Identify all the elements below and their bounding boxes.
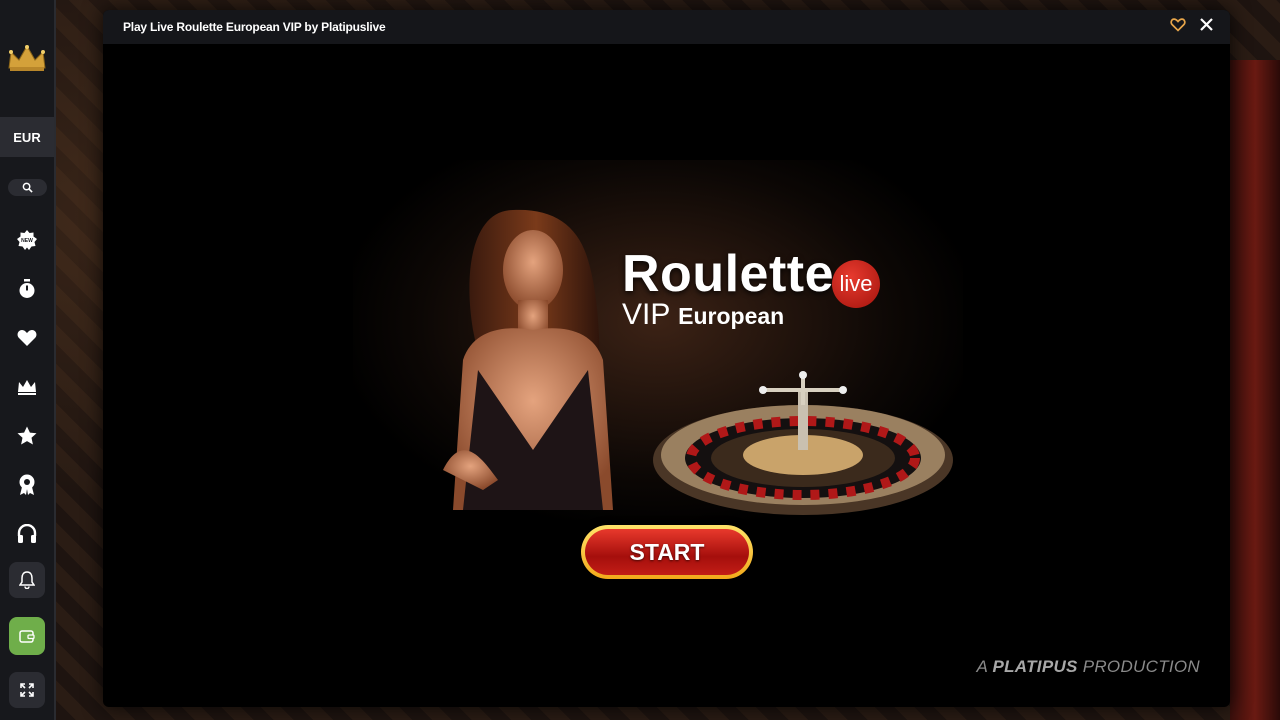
live-badge: live	[832, 260, 880, 308]
currency-selector[interactable]: EUR	[0, 117, 54, 157]
stopwatch-icon[interactable]	[15, 277, 39, 301]
close-button[interactable]	[1200, 18, 1218, 36]
game-modal: Play Live Roulette European VIP by Plati…	[103, 10, 1230, 707]
sidebar: EUR NEW	[0, 0, 56, 720]
roulette-wheel-image	[653, 371, 953, 515]
favorite-button[interactable]	[1170, 18, 1188, 36]
production-brand: PLATIPUS	[992, 657, 1078, 676]
search-button[interactable]	[8, 179, 47, 196]
svg-text:NEW: NEW	[21, 238, 33, 244]
notifications-button[interactable]	[9, 562, 45, 598]
new-badge-icon[interactable]: NEW	[15, 228, 39, 252]
production-suffix: PRODUCTION	[1082, 657, 1200, 676]
crown-logo-icon[interactable]	[7, 44, 47, 72]
crown-icon[interactable]	[15, 375, 39, 399]
subtitle-european: European	[678, 303, 785, 329]
search-icon	[22, 182, 33, 193]
headset-icon[interactable]	[15, 522, 39, 546]
game-subtitle: VIP European	[622, 298, 784, 332]
production-credit: A PLATIPUS PRODUCTION	[976, 657, 1200, 677]
start-button-label: START	[585, 529, 749, 575]
background-curtain	[1230, 60, 1280, 720]
close-icon	[1200, 18, 1213, 31]
production-prefix: A	[976, 657, 988, 676]
wallet-icon	[19, 630, 35, 643]
fullscreen-button[interactable]	[9, 672, 45, 708]
star-icon[interactable]	[15, 424, 39, 448]
dealer-image	[443, 209, 613, 510]
subtitle-vip: VIP	[622, 298, 670, 331]
modal-title: Play Live Roulette European VIP by Plati…	[123, 20, 386, 34]
award-icon[interactable]	[15, 473, 39, 497]
start-button[interactable]: START	[581, 525, 753, 579]
expand-icon	[20, 683, 34, 697]
wallet-button[interactable]	[9, 617, 45, 655]
modal-header: Play Live Roulette European VIP by Plati…	[103, 10, 1230, 44]
game-title-roulette: Roulette	[622, 245, 834, 303]
heart-icon[interactable]	[15, 326, 39, 350]
heart-outline-icon	[1170, 18, 1186, 32]
bell-icon	[19, 571, 35, 589]
